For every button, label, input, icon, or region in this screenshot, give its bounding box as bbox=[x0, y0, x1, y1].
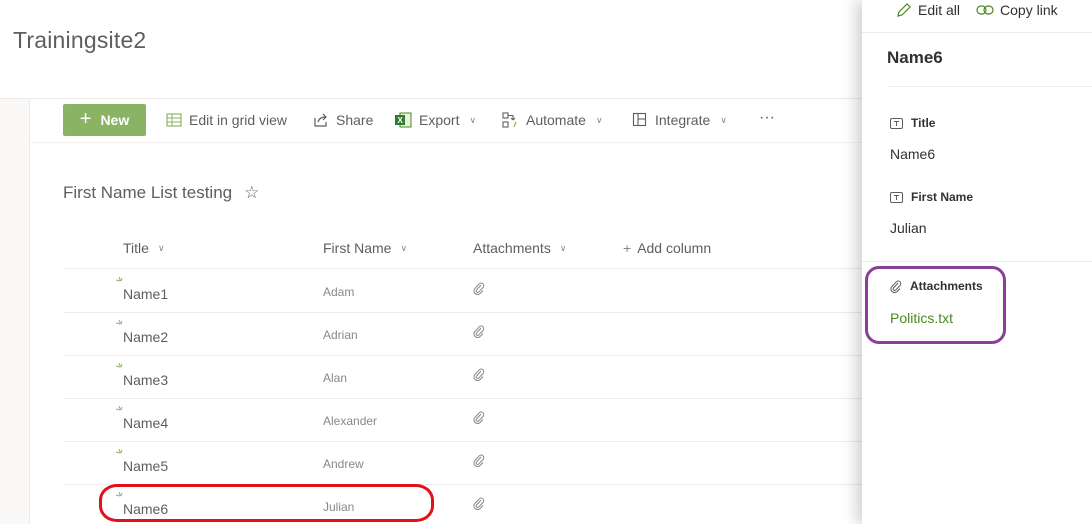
grid-icon bbox=[166, 113, 182, 127]
paperclip-icon[interactable] bbox=[473, 454, 485, 467]
row-title[interactable]: Name3 bbox=[123, 372, 168, 388]
export-button[interactable]: X Export ∨ bbox=[395, 112, 476, 128]
chevron-down-icon: ∨ bbox=[720, 114, 727, 125]
integrate-icon bbox=[632, 112, 647, 127]
copy-link-label: Copy link bbox=[1000, 2, 1058, 18]
command-bar-divider bbox=[30, 142, 862, 143]
table-row[interactable]: Name1 Adam bbox=[63, 270, 862, 313]
export-label: Export bbox=[419, 112, 460, 128]
text-field-icon bbox=[890, 191, 903, 203]
table-row[interactable]: Name5 Andrew bbox=[63, 442, 862, 485]
table-row[interactable]: Name3 Alan bbox=[63, 356, 862, 399]
integrate-label: Integrate bbox=[655, 112, 711, 128]
automate-label: Automate bbox=[526, 112, 586, 128]
row-title[interactable]: Name4 bbox=[123, 415, 168, 431]
row-title[interactable]: Name2 bbox=[123, 329, 168, 345]
paperclip-icon[interactable] bbox=[473, 282, 485, 295]
edit-all-button[interactable]: Edit all bbox=[896, 2, 960, 18]
field-value-first-name[interactable]: Julian bbox=[890, 220, 927, 236]
new-item-icon bbox=[116, 277, 123, 282]
row-title[interactable]: Name1 bbox=[123, 286, 168, 302]
new-item-icon bbox=[116, 363, 123, 368]
edit-grid-view-button[interactable]: Edit in grid view bbox=[166, 112, 287, 128]
list-title: First Name List testing ☆ bbox=[63, 183, 259, 203]
item-details-pane: Edit all Copy link Name6 Title Name6 Fir… bbox=[862, 0, 1092, 524]
edit-grid-view-label: Edit in grid view bbox=[189, 112, 288, 128]
pane-divider bbox=[887, 86, 1092, 87]
pane-divider bbox=[862, 261, 1092, 262]
copy-link-button[interactable]: Copy link bbox=[976, 2, 1058, 18]
left-rail bbox=[0, 98, 30, 524]
add-column-button[interactable]: + Add column bbox=[623, 240, 711, 256]
pane-toolbar: Edit all Copy link bbox=[896, 2, 1058, 18]
row-first-name: Alexander bbox=[323, 414, 378, 428]
field-value-title[interactable]: Name6 bbox=[890, 146, 935, 162]
flow-icon bbox=[502, 112, 517, 128]
pencil-icon bbox=[897, 3, 911, 17]
paperclip-icon[interactable] bbox=[473, 411, 485, 424]
text-field-icon bbox=[890, 117, 903, 129]
chevron-down-icon: ∨ bbox=[469, 114, 477, 125]
paperclip-icon[interactable] bbox=[473, 497, 485, 510]
highlight-annotation-red bbox=[99, 484, 434, 522]
chevron-down-icon: ∨ bbox=[595, 114, 603, 125]
plus-icon: + bbox=[623, 240, 632, 256]
row-first-name: Andrew bbox=[323, 457, 364, 471]
field-label-title-text: Title bbox=[911, 116, 936, 130]
header-row-divider bbox=[63, 268, 862, 269]
more-icon: ··· bbox=[759, 109, 775, 126]
pane-title: Name6 bbox=[887, 48, 943, 67]
svg-text:X: X bbox=[398, 116, 404, 125]
column-header-title[interactable]: Title ∨ bbox=[123, 240, 165, 256]
link-icon bbox=[976, 5, 994, 15]
site-title[interactable]: Trainingsite2 bbox=[13, 27, 146, 54]
new-button-label: New bbox=[100, 112, 130, 128]
automate-button[interactable]: Automate ∨ bbox=[502, 112, 603, 128]
plus-icon: + bbox=[79, 108, 92, 130]
command-bar: + New bbox=[63, 104, 146, 136]
column-header-attachments[interactable]: Attachments ∨ bbox=[473, 240, 566, 256]
more-button[interactable]: ··· bbox=[759, 109, 775, 127]
column-attachments-label: Attachments bbox=[473, 240, 551, 256]
new-item-icon bbox=[116, 406, 123, 411]
column-header-first-name[interactable]: First Name ∨ bbox=[323, 240, 407, 256]
row-first-name: Adrian bbox=[323, 328, 358, 342]
column-title-label: Title bbox=[123, 240, 149, 256]
share-label: Share bbox=[336, 112, 374, 128]
integrate-button[interactable]: Integrate ∨ bbox=[632, 112, 727, 128]
highlight-annotation-purple bbox=[865, 266, 1006, 344]
table-row[interactable]: Name4 Alexander bbox=[63, 399, 862, 442]
edit-all-label: Edit all bbox=[918, 2, 961, 18]
row-first-name: Adam bbox=[323, 285, 355, 299]
column-first-name-label: First Name bbox=[323, 240, 392, 256]
chevron-down-icon: ∨ bbox=[157, 242, 165, 253]
table-row[interactable]: Name2 Adrian bbox=[63, 313, 862, 356]
pane-divider bbox=[862, 32, 1092, 33]
row-title[interactable]: Name5 bbox=[123, 458, 168, 474]
field-label-first-name: First Name bbox=[890, 190, 973, 204]
field-label-title: Title bbox=[890, 116, 935, 130]
row-first-name: Alan bbox=[323, 371, 348, 385]
new-item-icon bbox=[116, 320, 123, 325]
paperclip-icon[interactable] bbox=[473, 368, 485, 381]
new-item-icon bbox=[116, 449, 123, 454]
paperclip-icon[interactable] bbox=[473, 325, 485, 338]
share-icon bbox=[314, 113, 327, 127]
header-divider bbox=[0, 98, 862, 99]
list-title-text: First Name List testing bbox=[63, 183, 233, 202]
share-button[interactable]: Share bbox=[313, 112, 373, 128]
star-icon[interactable]: ☆ bbox=[244, 183, 259, 203]
field-label-first-name-text: First Name bbox=[911, 190, 974, 204]
chevron-down-icon: ∨ bbox=[559, 242, 567, 253]
excel-icon: X bbox=[395, 112, 412, 128]
new-button[interactable]: + New bbox=[63, 104, 146, 136]
chevron-down-icon: ∨ bbox=[400, 242, 408, 253]
add-column-label: Add column bbox=[637, 240, 712, 256]
